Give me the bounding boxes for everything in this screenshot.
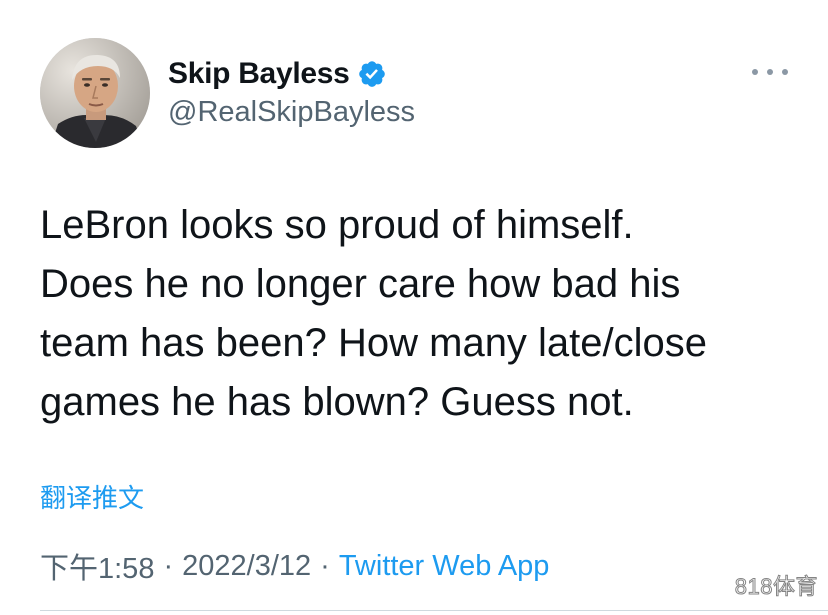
more-dot	[752, 69, 758, 75]
tweet-text: LeBron looks so proud of himself. Does h…	[40, 203, 708, 424]
meta-separator: ·	[163, 549, 174, 582]
more-options-icon[interactable]	[752, 62, 788, 82]
more-dot	[767, 69, 773, 75]
display-name[interactable]: Skip Bayless	[168, 57, 350, 91]
name-row: Skip Bayless	[168, 56, 415, 92]
watermark: 818体育	[734, 574, 818, 600]
meta-separator: ·	[320, 549, 330, 582]
tweet-card: Skip Bayless @RealSkipBayless LeBron loo…	[0, 0, 828, 615]
more-dot	[782, 69, 788, 75]
tweet-time[interactable]: 下午1:58	[40, 545, 154, 587]
avatar-image	[40, 38, 150, 148]
tweet-date[interactable]: 2022/3/12	[182, 550, 311, 583]
avatar[interactable]	[40, 38, 150, 148]
tweet-source-link[interactable]: Twitter Web App	[339, 550, 550, 583]
author-block[interactable]: Skip Bayless @RealSkipBayless	[168, 56, 415, 129]
verified-badge-icon	[357, 59, 387, 89]
divider	[40, 610, 828, 611]
tweet-meta: 下午1:58 · 2022/3/12 · Twitter Web App	[40, 545, 549, 587]
translate-tweet-link[interactable]: 翻译推文	[40, 478, 144, 515]
user-handle[interactable]: @RealSkipBayless	[168, 96, 415, 129]
